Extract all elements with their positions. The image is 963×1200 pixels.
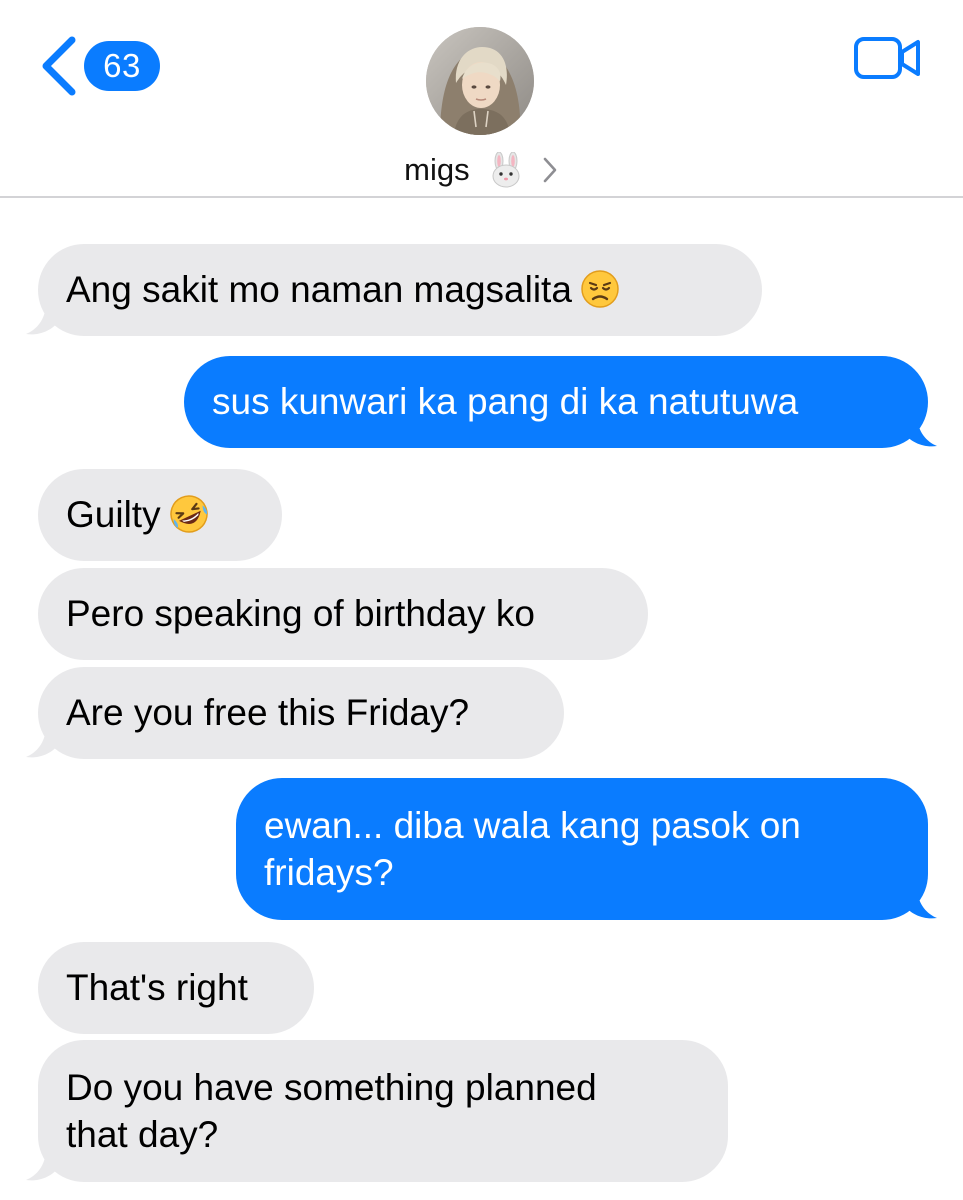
message-text: sus kunwari ka pang di ka natutuwa (212, 381, 799, 422)
header-divider (0, 196, 963, 198)
incoming-message-bubble[interactable]: Guilty (38, 469, 282, 561)
incoming-message-bubble[interactable]: Ang sakit mo naman magsalita (38, 244, 762, 336)
incoming-message-bubble[interactable]: Pero speaking of birthday ko (38, 568, 648, 660)
bunny-emoji-icon (492, 151, 520, 188)
outgoing-message-bubble[interactable]: ewan... diba wala kang pasok on fridays? (236, 778, 928, 920)
message-text: Pero speaking of birthday ko (66, 593, 535, 634)
message-text: Ang sakit mo naman magsalita (66, 269, 572, 310)
message-text: Do you have something planned that day? (66, 1067, 597, 1155)
message-text: That's right (66, 967, 248, 1008)
contact-avatar[interactable] (426, 27, 534, 135)
conversation-header: 63 migs (0, 0, 963, 198)
message-text: Are you free this Friday? (66, 692, 470, 733)
back-button[interactable]: 63 (38, 34, 166, 98)
avatar-photo (426, 27, 534, 135)
rolling-on-the-floor-laughing-emoji (169, 495, 208, 533)
contact-name: migs (404, 151, 470, 187)
outgoing-message-bubble[interactable]: sus kunwari ka pang di ka natutuwa (184, 356, 928, 448)
back-chevron-icon (42, 36, 76, 96)
incoming-message-bubble[interactable]: Are you free this Friday? (38, 667, 564, 759)
incoming-message-bubble[interactable]: Do you have something planned that day? (38, 1040, 728, 1182)
chevron-right-icon (543, 157, 557, 183)
unread-count-badge: 63 (84, 41, 160, 91)
video-camera-icon[interactable] (852, 33, 924, 83)
disappointed-face-emoji (581, 270, 619, 308)
contact-name-button[interactable]: migs (0, 146, 963, 192)
incoming-message-bubble[interactable]: That's right (38, 942, 314, 1034)
message-text: ewan... diba wala kang pasok on fridays? (264, 805, 801, 893)
message-text: Guilty (66, 494, 161, 535)
